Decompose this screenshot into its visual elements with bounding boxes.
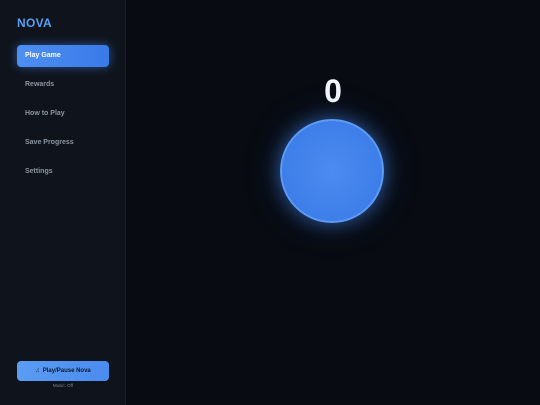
music-button-label: Play/Pause Nova (42, 368, 91, 374)
sidebar-item-rewards[interactable]: Rewards (17, 74, 109, 96)
sidebar-item-play-game[interactable]: Play Game (17, 45, 109, 67)
sidebar: NOVA Play Game Rewards How to Play Save … (0, 0, 126, 405)
score-counter: 0 (324, 73, 342, 109)
sidebar-item-save-progress[interactable]: Save Progress (17, 132, 109, 154)
game-area: 0 (126, 0, 540, 405)
play-pause-music-button[interactable]: ♫ Play/Pause Nova (17, 361, 109, 381)
app-root: NOVA Play Game Rewards How to Play Save … (0, 0, 540, 405)
sidebar-item-how-to-play[interactable]: How to Play (17, 103, 109, 125)
music-note-icon: ♫ (35, 368, 40, 374)
sidebar-item-settings[interactable]: Settings (17, 161, 109, 183)
app-logo: NOVA (17, 16, 52, 30)
clicker-orb[interactable] (280, 119, 384, 223)
music-status-text: Music: Off (52, 383, 74, 388)
